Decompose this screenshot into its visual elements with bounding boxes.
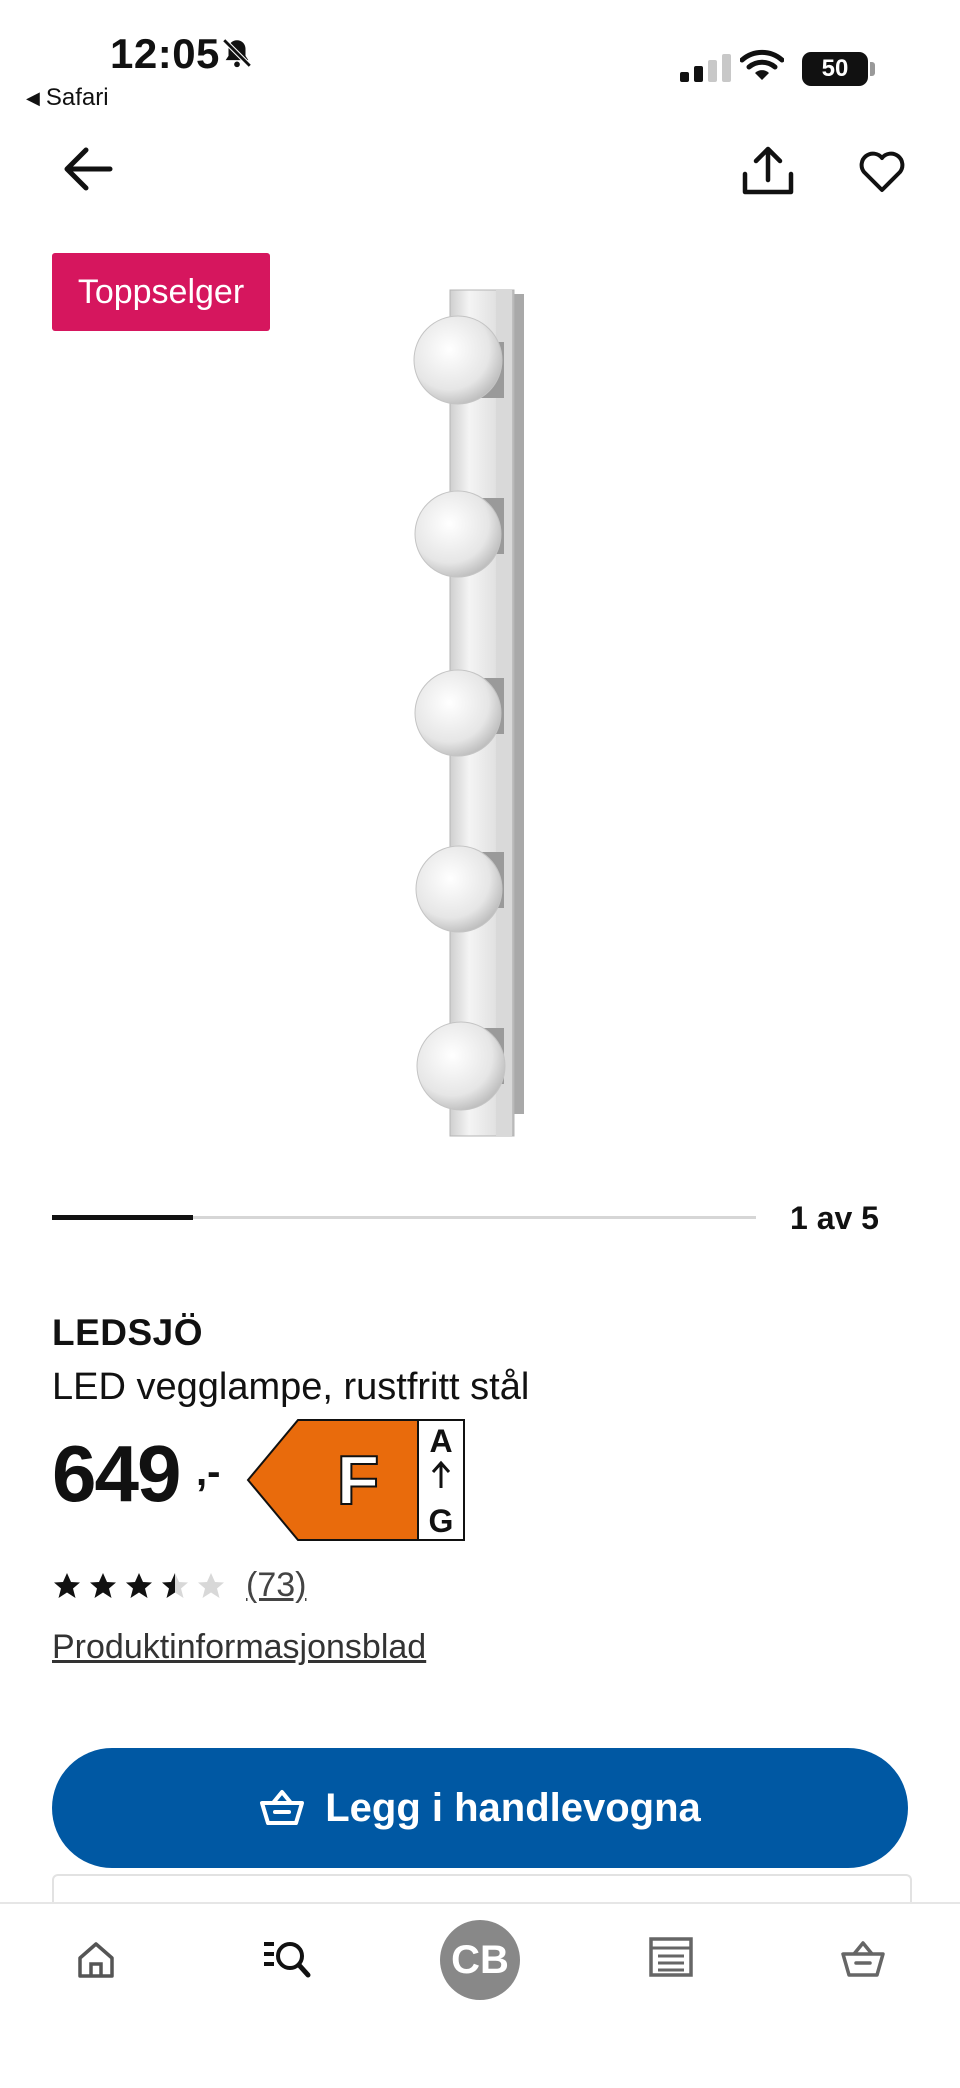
wifi-icon <box>740 49 784 80</box>
energy-label[interactable]: F A G <box>246 1418 466 1542</box>
bestseller-badge: Toppselger <box>52 253 270 331</box>
battery-icon: 50 <box>802 52 868 86</box>
product-info-link[interactable]: Produktinformasjonsblad <box>52 1628 426 1667</box>
price-suffix: ,- <box>196 1450 221 1494</box>
share-icon[interactable] <box>740 144 796 198</box>
star-icon <box>54 1572 80 1598</box>
star-icon <box>198 1572 224 1598</box>
heart-icon[interactable] <box>858 150 906 194</box>
back-arrow-icon[interactable] <box>62 146 114 192</box>
energy-class: F <box>337 1441 380 1519</box>
add-to-cart-label: Legg i handlevogna <box>325 1785 701 1830</box>
store-icon[interactable] <box>648 1936 694 1978</box>
home-icon[interactable] <box>76 1940 116 1980</box>
battery-tip <box>870 62 875 76</box>
back-app-label: Safari <box>45 84 109 111</box>
back-triangle-icon: ◀ <box>26 87 40 108</box>
carousel-progress <box>52 1215 193 1220</box>
add-to-cart-button[interactable]: Legg i handlevogna <box>52 1748 908 1868</box>
bell-muted-icon <box>222 38 252 68</box>
star-icon <box>162 1572 188 1598</box>
product-description: LED vegglampe, rustfritt stål <box>52 1366 530 1408</box>
cart-icon[interactable] <box>840 1938 886 1980</box>
energy-scale-bottom: G <box>429 1503 454 1539</box>
rating[interactable]: (73) <box>52 1566 306 1605</box>
star-icon <box>90 1572 116 1598</box>
star-icon <box>126 1572 152 1598</box>
product-brand: LEDSJÖ <box>52 1312 204 1353</box>
signal-icon <box>680 54 731 82</box>
carousel-pager: 1 av 5 <box>790 1200 879 1236</box>
back-to-app[interactable]: ◀ Safari <box>26 84 109 112</box>
review-count[interactable]: (73) <box>246 1566 306 1605</box>
search-icon[interactable] <box>262 1938 312 1980</box>
energy-scale-top: A <box>429 1423 452 1459</box>
product-price: 649 <box>52 1429 181 1518</box>
product-image[interactable] <box>400 280 560 1140</box>
basket-icon <box>260 1790 305 1825</box>
status-time: 12:05 <box>110 30 220 77</box>
avatar[interactable]: CB <box>440 1920 520 2000</box>
rating-stars <box>52 1571 226 1601</box>
